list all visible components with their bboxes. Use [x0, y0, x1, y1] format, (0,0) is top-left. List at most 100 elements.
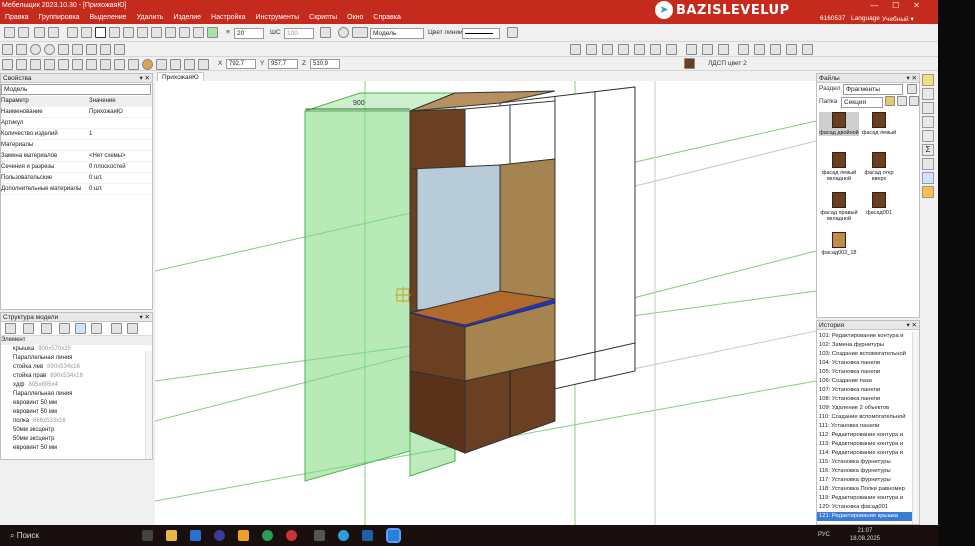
menu-window[interactable]: Окно	[342, 13, 368, 24]
folder-icon[interactable]	[922, 186, 934, 198]
panel-add-icon[interactable]	[2, 59, 13, 70]
zoom-all-icon[interactable]	[738, 44, 749, 55]
select-icon[interactable]	[95, 27, 106, 38]
prop-value[interactable]: 0 плоскостей	[89, 162, 152, 172]
box-icon[interactable]	[922, 130, 934, 142]
move-icon[interactable]	[67, 27, 78, 38]
zoom-window-icon[interactable]	[754, 44, 765, 55]
menu-edit[interactable]: Правка	[0, 13, 34, 24]
grid-icon[interactable]	[81, 27, 92, 38]
print-icon[interactable]	[18, 27, 29, 38]
menu-product[interactable]: Изделие	[168, 13, 206, 24]
pan-icon[interactable]	[770, 44, 781, 55]
bazis-active-icon[interactable]	[386, 528, 401, 543]
menu-tools[interactable]: Инструменты	[251, 13, 305, 24]
panel-icon[interactable]	[207, 27, 218, 38]
textured-icon[interactable]	[718, 44, 729, 55]
prop-value[interactable]: ПрихожаяЮ	[89, 107, 152, 117]
fragment-tile[interactable]: фасад002_18	[819, 232, 859, 256]
app-icon[interactable]	[214, 530, 225, 541]
tree-item[interactable]: стойка лев 890x534x16	[13, 363, 152, 372]
view-right-icon[interactable]	[618, 44, 629, 55]
prop-row-custom[interactable]: Пользовательские 0 шт.	[1, 173, 152, 184]
fragment-tile[interactable]: фасад двойной	[819, 112, 859, 136]
whatsapp-icon[interactable]	[262, 530, 273, 541]
fragment-tile[interactable]: фасад левый	[859, 112, 899, 136]
history-item[interactable]: 112: Редактирование контура и	[817, 431, 913, 440]
arc-icon[interactable]	[72, 44, 83, 55]
media-icon[interactable]	[314, 530, 325, 541]
line-color-combo[interactable]	[462, 28, 500, 39]
prop-value[interactable]: 0 шт.	[89, 173, 152, 183]
body-icon[interactable]	[72, 59, 83, 70]
view-iso-icon[interactable]	[634, 44, 645, 55]
menu-group[interactable]: Группировка	[34, 13, 85, 24]
tree-item[interactable]: Параллельная линия	[13, 390, 152, 399]
history-item[interactable]: 115: Установка фурнитуры	[817, 458, 913, 467]
help-icon[interactable]	[23, 323, 34, 334]
mode-dropdown[interactable]: Учебный ▾	[877, 14, 919, 24]
tree-item[interactable]: стойка прав 890x534x16	[13, 372, 152, 381]
prop-value[interactable]	[89, 140, 152, 150]
add-icon[interactable]	[5, 323, 16, 334]
section-combo[interactable]: Фрагменты	[843, 84, 903, 95]
close-icon[interactable]: ▾ ✕	[139, 313, 150, 322]
prop-row-extra-materials[interactable]: Дополнительные материалы 0 шт.	[1, 184, 152, 195]
ellipse-icon[interactable]	[44, 44, 55, 55]
circle-icon[interactable]	[30, 44, 41, 55]
cloud-icon[interactable]	[922, 172, 934, 184]
telegram-icon[interactable]	[338, 530, 349, 541]
users-icon[interactable]	[922, 158, 934, 170]
step-combo[interactable]: 100	[284, 28, 314, 39]
prop-row-sections[interactable]: Сечения и разрезы 0 плоскостей	[1, 162, 152, 173]
tree-item[interactable]: 50мм эксцентр	[13, 435, 152, 444]
prop-row-name[interactable]: Наименование ПрихожаяЮ	[1, 107, 152, 118]
history-item[interactable]: 104: Установка панели	[817, 359, 913, 368]
list-icon[interactable]	[111, 323, 122, 334]
menu-help[interactable]: Справка	[368, 13, 405, 24]
history-item[interactable]: 103: Создание вспомогательной	[817, 350, 913, 359]
history-item[interactable]: 117: Установка фурнитуры	[817, 476, 913, 485]
wireframe-icon[interactable]	[686, 44, 697, 55]
history-item[interactable]: 113: Редактирование контура и	[817, 440, 913, 449]
fragment-tile[interactable]: фасад откр вверх	[859, 152, 899, 182]
prop-value[interactable]: 1	[89, 129, 152, 139]
orbit-icon[interactable]	[786, 44, 797, 55]
mirror-icon[interactable]	[198, 59, 209, 70]
prop-row-material-replace[interactable]: Замена материалов <Нет схемы>	[1, 151, 152, 162]
layer-combo[interactable]: Модель	[370, 28, 424, 39]
view-icon[interactable]	[179, 27, 190, 38]
opera-icon[interactable]	[286, 530, 297, 541]
history-item[interactable]: 101: Редактирование контура и	[817, 332, 913, 341]
save-icon[interactable]	[4, 27, 15, 38]
pencil-icon[interactable]	[165, 27, 176, 38]
polyline-icon[interactable]	[16, 44, 27, 55]
history-item[interactable]: 120: Установка фасад001	[817, 503, 913, 512]
history-item[interactable]: 110: Создание вспомогательной	[817, 413, 913, 422]
material-swatch-icon[interactable]	[684, 58, 695, 69]
close-icon[interactable]: ▾ ✕	[139, 74, 150, 83]
history-item[interactable]: 102: Замена фурнитуры	[817, 341, 913, 350]
profile-icon[interactable]	[58, 59, 69, 70]
eye-icon[interactable]	[91, 323, 102, 334]
history-item[interactable]: 107: Установка панели	[817, 386, 913, 395]
history-scrollbar[interactable]	[912, 332, 919, 524]
lightbulb-icon[interactable]	[338, 27, 349, 38]
refresh-icon[interactable]	[897, 96, 907, 106]
rotate-icon[interactable]	[123, 27, 134, 38]
taskbar-language[interactable]: РУС	[818, 532, 830, 538]
ruler-icon[interactable]	[320, 27, 331, 38]
fragment-tile[interactable]: фасад правый вкладной	[819, 192, 859, 222]
filter-icon[interactable]	[41, 323, 52, 334]
tree-item[interactable]: крышка 900x570x25	[13, 345, 152, 354]
section-icon[interactable]	[802, 44, 813, 55]
drawer-icon[interactable]	[114, 59, 125, 70]
history-item[interactable]: 108: Установка панели	[817, 395, 913, 404]
history-item[interactable]: 116: Установка фурнитуры	[817, 467, 913, 476]
history-item-selected[interactable]: 121: Редактирование крышка	[817, 512, 913, 521]
measure-icon[interactable]	[151, 27, 162, 38]
dimension-icon[interactable]	[86, 44, 97, 55]
object-selector[interactable]: Модель	[1, 84, 151, 95]
history-item[interactable]: 118: Установка Полки равномер	[817, 485, 913, 494]
window-controls[interactable]: —☐✕	[870, 1, 934, 10]
